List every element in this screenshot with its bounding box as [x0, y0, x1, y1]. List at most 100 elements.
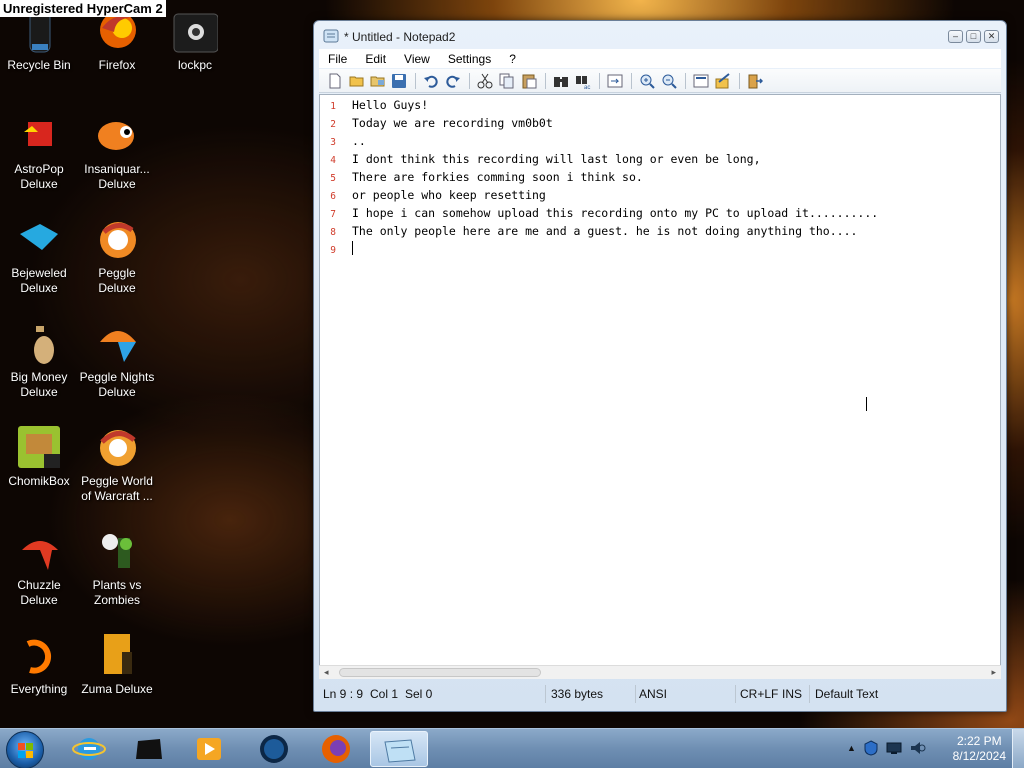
customize-scheme-icon[interactable] [715, 73, 731, 89]
desktop-icon-chomikbox[interactable]: ChomikBox [0, 424, 78, 489]
menu-help[interactable]: ? [500, 52, 525, 66]
status-selection: Sel 0 [405, 687, 433, 701]
save-icon[interactable] [391, 73, 407, 89]
horizontal-scrollbar[interactable]: ◂ ▸ [319, 665, 1001, 679]
editor-line: 4I dont think this recording will last l… [320, 150, 761, 168]
zoom-in-icon[interactable] [639, 73, 655, 89]
clock-date: 8/12/2024 [952, 749, 1006, 763]
word-wrap-icon[interactable] [607, 73, 623, 89]
scroll-left-icon[interactable]: ◂ [324, 667, 329, 678]
desktop-icon-insaniquarium[interactable]: Insaniquar... Deluxe [78, 112, 156, 192]
media-player-icon [197, 738, 221, 760]
status-encoding[interactable]: ANSI [639, 687, 667, 701]
desktop-icon-bejeweled[interactable]: Bejeweled Deluxe [0, 216, 78, 296]
scrollbar-thumb[interactable] [339, 668, 541, 677]
zoom-out-icon[interactable] [661, 73, 677, 89]
taskbar: ▲ 2:22 PM 8/12/2024 [0, 728, 1024, 768]
network-icon[interactable] [886, 741, 902, 760]
desktop-icon-zuma[interactable]: Zuma Deluxe [78, 632, 156, 697]
action-center-icon[interactable] [864, 740, 878, 761]
status-column: Col 1 [370, 687, 399, 701]
desktop-icon-bigmoney[interactable]: Big Money Deluxe [0, 320, 78, 400]
toolbar: ac [319, 69, 1001, 93]
menu-edit[interactable]: Edit [356, 52, 395, 66]
menu-view[interactable]: View [395, 52, 439, 66]
scheme-icon[interactable] [693, 73, 709, 89]
minimize-button[interactable]: – [948, 30, 963, 43]
show-desktop-button[interactable] [1012, 729, 1024, 768]
menu-settings[interactable]: Settings [439, 52, 500, 66]
desktop-icon-peggle[interactable]: Peggle Deluxe [78, 216, 156, 296]
status-line-position: Ln 9 : 9 [323, 687, 364, 701]
desktop-icon-label: Everything [10, 682, 68, 696]
toolbar-separator [739, 73, 740, 89]
line-text: I dont think this recording will last lo… [352, 152, 761, 166]
new-file-icon[interactable] [327, 73, 343, 89]
taskbar-notepad2[interactable] [370, 731, 428, 767]
scroll-right-icon[interactable]: ▸ [991, 667, 996, 678]
title-bar[interactable]: * Untitled - Notepad2 – □ ✕ [314, 21, 1006, 49]
status-file-size: 336 bytes [551, 687, 604, 701]
astropop-icon [16, 112, 62, 158]
exit-icon[interactable] [747, 73, 764, 89]
desktop-icon-label: Peggle Deluxe [98, 266, 136, 295]
start-button[interactable] [6, 731, 44, 768]
toolbar-separator [415, 73, 416, 89]
cut-icon[interactable] [477, 73, 493, 89]
copy-icon[interactable] [499, 73, 515, 89]
taskbar-internet-explorer[interactable] [64, 731, 114, 767]
desktop-icon-label: Zuma Deluxe [81, 682, 153, 696]
notepad2-window: * Untitled - Notepad2 – □ ✕ File Edit Vi… [313, 20, 1007, 712]
text-editor[interactable]: 1 Hello Guys! 2 Today we are recording vm0… [319, 94, 1001, 670]
desktop-icon-label: Chuzzle Deluxe [17, 578, 61, 607]
desktop-icon-astropop[interactable]: AstroPop Deluxe [0, 112, 78, 192]
media-center-icon [136, 739, 162, 759]
desktop-icon-label: AstroPop Deluxe [14, 162, 64, 191]
desktop-icon-chuzzle[interactable]: Chuzzle Deluxe [0, 528, 78, 608]
line-text: I hope i can somehow upload this recordi… [352, 206, 879, 220]
editor-line: 2 Today we are recording vm0b0t [320, 114, 553, 132]
desktop-icon-pvz[interactable]: Plants vs Zombies [78, 528, 156, 608]
maximize-button[interactable]: □ [966, 30, 981, 43]
toolbar-separator [469, 73, 470, 89]
editor-line: 3.. [320, 132, 366, 150]
desktop-icon-peggle-wow[interactable]: Peggle World of Warcraft ... [78, 424, 156, 504]
mouse-ibeam-cursor [866, 397, 870, 411]
zuma-icon [94, 632, 140, 678]
taskbar-firefox[interactable] [311, 731, 361, 767]
volume-icon[interactable] [910, 741, 926, 760]
desktop-icon-everything[interactable]: Everything [0, 632, 78, 697]
browse-icon[interactable] [370, 73, 386, 89]
bigmoney-icon [16, 320, 62, 366]
find-icon[interactable] [553, 73, 569, 89]
editor-line: 9 [320, 240, 352, 258]
taskbar-media-center[interactable] [124, 731, 174, 767]
close-button[interactable]: ✕ [984, 30, 999, 43]
desktop-icon-label: Insaniquar... Deluxe [84, 162, 150, 191]
plants-vs-zombies-icon [94, 528, 140, 574]
menu-file[interactable]: File [319, 52, 356, 66]
status-scheme[interactable]: Default Text [815, 687, 878, 701]
taskbar-media-player[interactable] [184, 731, 234, 767]
replace-icon[interactable]: ac [575, 73, 591, 91]
clock-time: 2:22 PM [956, 734, 1002, 748]
show-hidden-icons-icon[interactable]: ▲ [847, 743, 856, 753]
paste-icon[interactable] [521, 73, 537, 89]
redo-icon[interactable] [445, 73, 461, 89]
desktop-icon-lockpc[interactable]: lockpc [156, 8, 234, 73]
peggle-nights-icon [94, 320, 140, 366]
line-number: 9 [330, 245, 336, 256]
desktop-icon-firefox[interactable]: Firefox [78, 8, 156, 73]
hypercam-watermark: Unregistered HyperCam 2 [0, 0, 166, 17]
window-title: * Untitled - Notepad2 [344, 30, 456, 44]
status-divider [635, 685, 636, 703]
open-folder-icon[interactable] [349, 73, 365, 89]
undo-icon[interactable] [423, 73, 439, 89]
text-caret [352, 241, 353, 255]
chomikbox-icon [16, 424, 62, 470]
taskbar-globe-app[interactable] [249, 731, 299, 767]
desktop-icon-peggle-nights[interactable]: Peggle Nights Deluxe [78, 320, 156, 400]
status-line-endings[interactable]: CR+LF [740, 687, 778, 701]
taskbar-clock[interactable]: 2:22 PM 8/12/2024 [953, 734, 1006, 764]
desktop-icon-recycle-bin[interactable]: Recycle Bin [0, 8, 78, 73]
